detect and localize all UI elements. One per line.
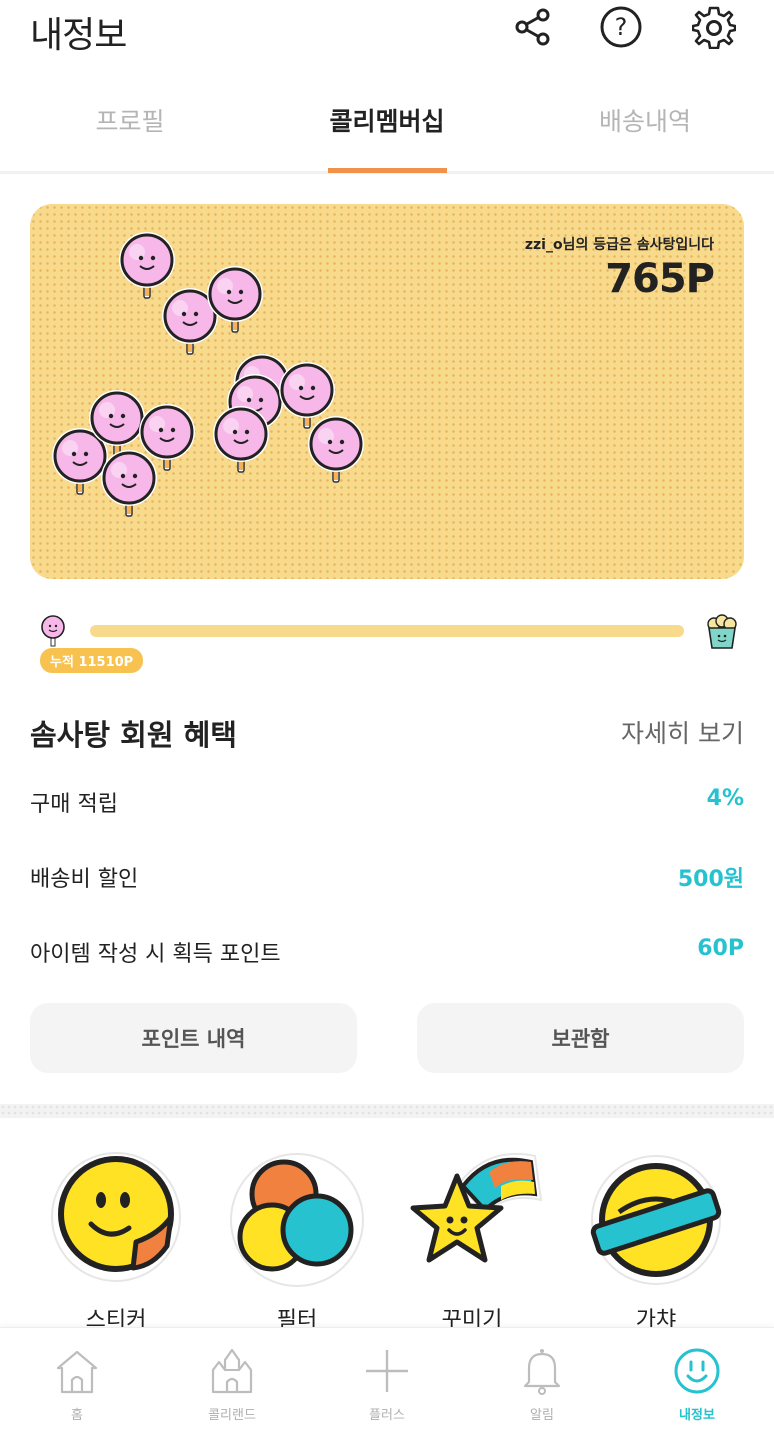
tab-profile[interactable]: 프로필 xyxy=(30,102,230,138)
benefit-row: 아이템 작성 시 획득 포인트 60P xyxy=(30,932,744,972)
page-title: 내정보 xyxy=(30,15,127,56)
active-tab-indicator xyxy=(328,168,447,173)
grade-text: zzi_o님의 등급은 솜사탕입니다 xyxy=(524,237,714,253)
benefit-row: 구매 적립 4% xyxy=(30,782,744,822)
plus-icon xyxy=(366,1350,408,1392)
filter-circles-icon xyxy=(230,1153,364,1287)
settings-icon[interactable] xyxy=(691,4,737,50)
tab-delivery[interactable]: 배송내역 xyxy=(545,102,745,138)
membership-card: zzi_o님의 등급은 솜사탕입니다 765P xyxy=(30,204,744,579)
accumulated-points-badge: 누적 11510P xyxy=(40,648,144,673)
gacha-capsule-icon xyxy=(590,1155,722,1285)
tab-membership[interactable]: 콜리멤버십 xyxy=(287,102,487,138)
popcorn-icon xyxy=(707,614,737,649)
cotton-candy-icon xyxy=(41,615,65,647)
share-icon[interactable] xyxy=(510,4,556,50)
home-icon xyxy=(56,1350,98,1394)
menu-item-filter[interactable]: 필터 xyxy=(222,1142,372,1333)
header: 내정보 ? xyxy=(0,0,774,60)
smiley-sticker-icon xyxy=(51,1152,181,1282)
storage-button[interactable]: 보관함 xyxy=(417,1003,744,1073)
section-divider xyxy=(0,1104,774,1118)
view-details-link[interactable]: 자세히 보기 xyxy=(621,714,744,750)
menu-item-sticker[interactable]: 스티커 xyxy=(41,1142,191,1333)
benefit-value: 4% xyxy=(706,786,744,811)
nav-item-colliland[interactable]: 콜리랜드 xyxy=(177,1346,287,1426)
benefit-label: 구매 적립 xyxy=(30,792,118,817)
nav-label: 내정보 xyxy=(679,1408,715,1423)
nav-label: 플러스 xyxy=(369,1408,405,1423)
nav-item-plus[interactable]: 플러스 xyxy=(332,1346,442,1426)
benefit-value: 60P xyxy=(697,936,744,961)
nav-label: 콜리랜드 xyxy=(208,1408,256,1423)
nav-label: 홈 xyxy=(71,1408,83,1423)
benefit-label: 아이템 작성 시 획득 포인트 xyxy=(30,942,281,967)
grade-progress: 누적 11510P xyxy=(30,610,744,680)
nav-item-myinfo[interactable]: 내정보 xyxy=(642,1346,752,1426)
benefit-label: 배송비 할인 xyxy=(30,867,139,892)
points-balance: 765P xyxy=(605,256,715,302)
nav-item-home[interactable]: 홈 xyxy=(22,1346,132,1426)
menu-item-gacha[interactable]: 가챠 xyxy=(581,1142,731,1333)
smiley-face-icon xyxy=(674,1348,720,1394)
help-icon[interactable]: ? xyxy=(598,4,644,50)
benefits-header: 솜사탕 회원 혜택 자세히 보기 xyxy=(30,712,744,756)
star-rainbow-icon xyxy=(410,1152,543,1263)
points-history-button[interactable]: 포인트 내역 xyxy=(30,1003,357,1073)
benefit-value: 500원 xyxy=(677,867,744,892)
castle-icon xyxy=(211,1348,253,1394)
bell-icon xyxy=(523,1349,561,1395)
progress-track xyxy=(90,625,684,637)
menu-item-decorate[interactable]: 꾸미기 xyxy=(397,1142,547,1333)
tab-bar: 프로필 콜리멤버십 배송내역 xyxy=(0,88,774,174)
benefit-row: 배송비 할인 500원 xyxy=(30,857,744,897)
benefits-title: 솜사탕 회원 혜택 xyxy=(30,718,237,752)
nav-item-notifications[interactable]: 알림 xyxy=(487,1346,597,1426)
bottom-nav: 홈 콜리랜드 플러스 알림 내정보 xyxy=(0,1327,774,1440)
nav-label: 알림 xyxy=(530,1408,554,1423)
svg-text:?: ? xyxy=(615,13,628,41)
